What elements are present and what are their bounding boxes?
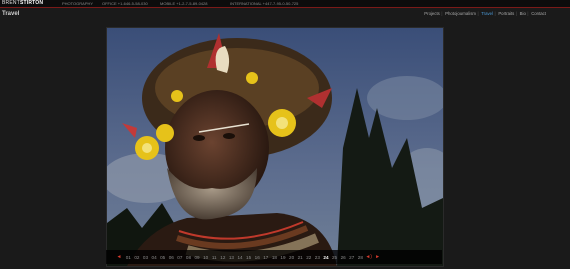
nav-item-bio[interactable]: Bio bbox=[520, 11, 526, 16]
tagline: PHOTOGRAPHY bbox=[62, 1, 94, 6]
page-link[interactable]: 14 bbox=[236, 255, 245, 260]
nav-item-portraits[interactable]: Portraits bbox=[498, 11, 514, 16]
page-link[interactable]: 15 bbox=[244, 255, 253, 260]
page-link[interactable]: 04 bbox=[150, 255, 159, 260]
gallery-photo[interactable] bbox=[106, 27, 444, 267]
nav-separator: | bbox=[515, 11, 517, 16]
nav-separator: | bbox=[477, 11, 479, 16]
page-link[interactable]: 09 bbox=[193, 255, 202, 260]
page-link[interactable]: 05 bbox=[158, 255, 167, 260]
portrait-image bbox=[107, 28, 443, 266]
page-link[interactable]: 23 bbox=[313, 255, 322, 260]
page-link[interactable]: 02 bbox=[133, 255, 142, 260]
page-link[interactable]: 13 bbox=[227, 255, 236, 260]
page-link[interactable]: 06 bbox=[167, 255, 176, 260]
page-link[interactable]: 08 bbox=[184, 255, 193, 260]
page-link[interactable]: 07 bbox=[176, 255, 185, 260]
page-link[interactable]: 18 bbox=[270, 255, 279, 260]
previous-arrow-icon[interactable]: ◄ bbox=[114, 254, 124, 260]
site-logo[interactable]: BRENTSTIRTON bbox=[2, 0, 43, 7]
page-link[interactable]: 27 bbox=[347, 255, 356, 260]
nav-item-projects[interactable]: Projects bbox=[424, 11, 440, 16]
international-phone: INTERNATIONAL +447-7-95-0-50-725 bbox=[230, 1, 299, 6]
top-bar: BRENTSTIRTON PHOTOGRAPHY OFFICE +1-646-5… bbox=[0, 0, 570, 8]
nav-separator: | bbox=[527, 11, 529, 16]
page-link[interactable]: 24 bbox=[322, 255, 331, 260]
gallery-pager: ◄ 01 02 03 04 05 06 07 08 09 10 11 12 13 14 15 16 17 18 19… bbox=[106, 250, 442, 264]
page-link[interactable]: 11 bbox=[210, 255, 219, 260]
nav-separator: | bbox=[441, 11, 443, 16]
page-link[interactable]: 28 bbox=[356, 255, 365, 260]
page-link[interactable]: 03 bbox=[141, 255, 150, 260]
main-nav: Projects | Photojournalism | Travel | Portr… bbox=[424, 11, 546, 16]
page-link[interactable]: 26 bbox=[339, 255, 348, 260]
page-link[interactable]: 17 bbox=[262, 255, 271, 260]
page-link[interactable]: 20 bbox=[287, 255, 296, 260]
nav-item-contact[interactable]: Contact bbox=[531, 11, 546, 16]
page-link[interactable]: 01 bbox=[124, 255, 133, 260]
mobile-phone: MOBILE +1-2-7-5-89-0428 bbox=[160, 1, 208, 6]
page-link[interactable]: 22 bbox=[304, 255, 313, 260]
next-arrow-icon[interactable]: ► bbox=[373, 254, 383, 260]
page-title: Travel bbox=[2, 11, 20, 17]
page-link[interactable]: 10 bbox=[201, 255, 210, 260]
page-link[interactable]: 25 bbox=[330, 255, 339, 260]
office-phone: OFFICE +1-646-5-58-030 bbox=[102, 1, 148, 6]
page-link[interactable]: 19 bbox=[279, 255, 288, 260]
page-link[interactable]: 21 bbox=[296, 255, 305, 260]
page-link[interactable]: 16 bbox=[253, 255, 262, 260]
nav-item-travel[interactable]: Travel bbox=[481, 11, 493, 16]
nav-item-photojournalism[interactable]: Photojournalism bbox=[445, 11, 476, 16]
sound-icon[interactable]: ◄) bbox=[365, 254, 373, 260]
page-link[interactable]: 12 bbox=[219, 255, 228, 260]
nav-separator: | bbox=[494, 11, 496, 16]
